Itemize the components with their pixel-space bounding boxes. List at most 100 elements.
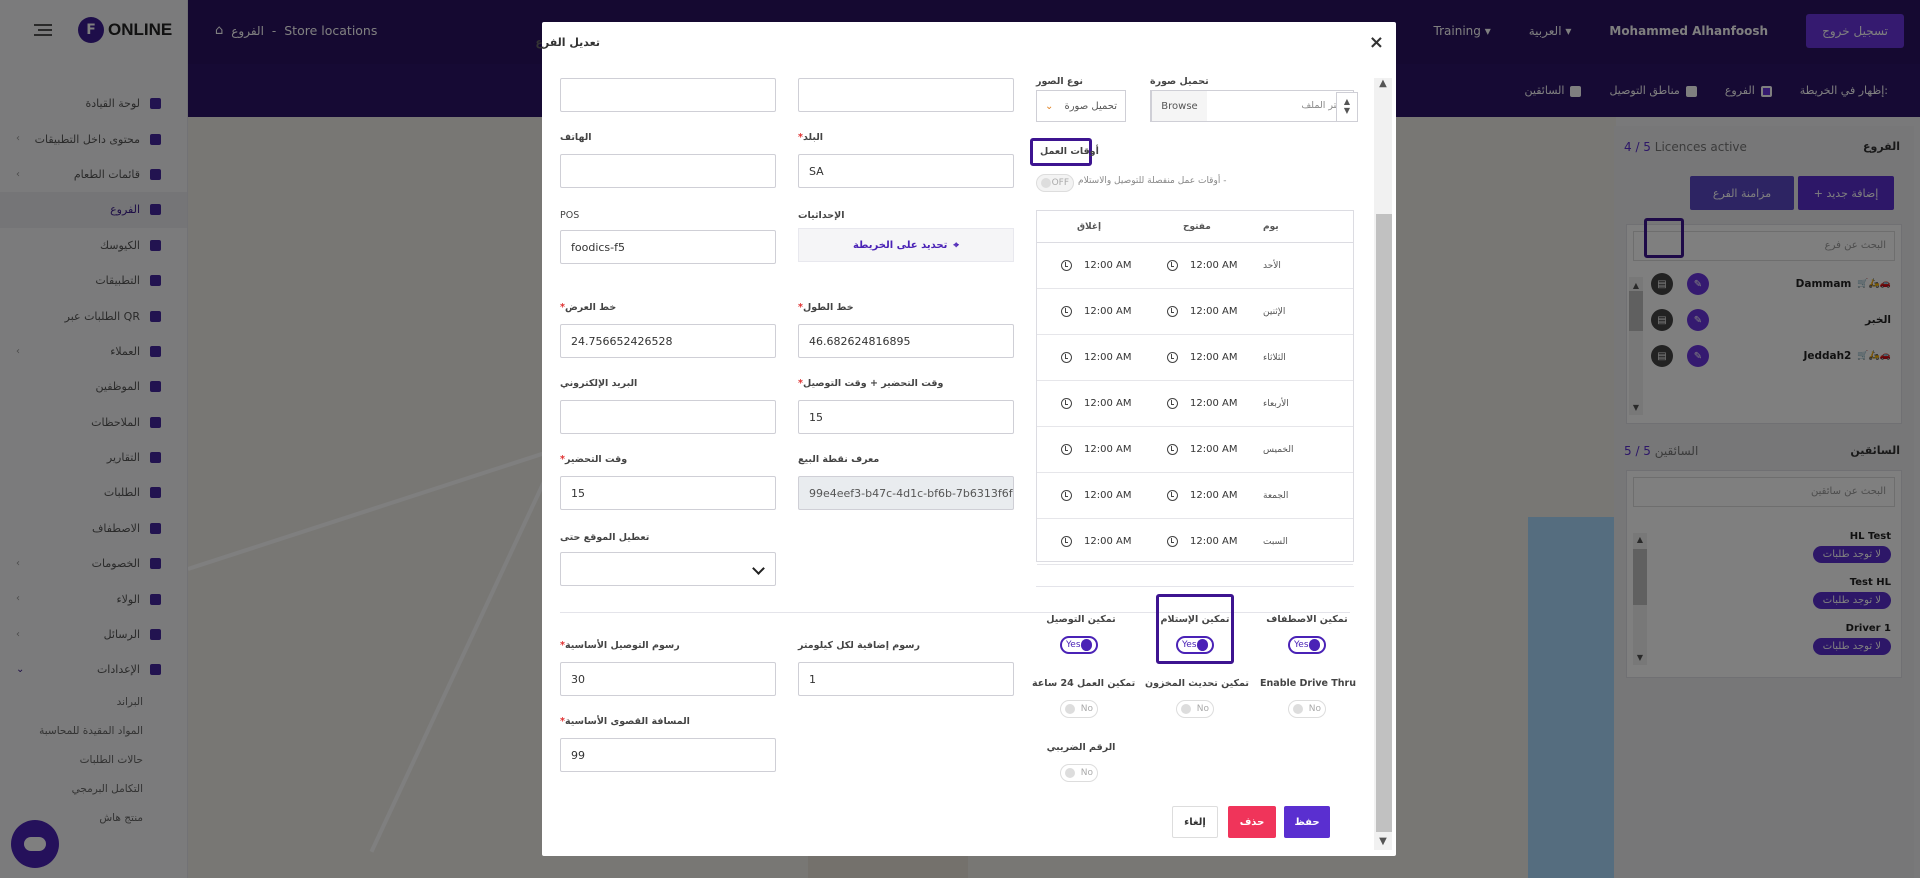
upload-image-field[interactable]: Browse اختر الملف	[1150, 90, 1354, 122]
clock-icon	[1061, 490, 1072, 501]
prep-time-field[interactable]: 15	[560, 476, 776, 510]
top-middle-input[interactable]	[798, 78, 1014, 112]
enable-delivery-label: تمكين التوصيل	[1046, 614, 1116, 625]
close-time: 12:00 AM	[1084, 536, 1132, 547]
prep-delivery-label-text: وقت التحضير + وقت التوصيل	[802, 378, 944, 389]
schedule-row: 12:00 AM 12:00 AM السبت	[1037, 519, 1353, 565]
save-button[interactable]: حفظ	[1284, 806, 1330, 838]
modal-scrollbar-thumb[interactable]	[1376, 214, 1392, 832]
drive-thru-toggle[interactable]: No	[1288, 700, 1326, 718]
toggle-knob	[1065, 768, 1075, 778]
disable-until-label: تعطيل الموقع حتى	[560, 532, 650, 543]
close-time-field[interactable]: 12:00 AM	[1037, 398, 1143, 409]
modal-title: تعديل الفرع	[535, 36, 600, 49]
pos-field[interactable]: foodics-f5	[560, 230, 776, 264]
open-time-field[interactable]: 12:00 AM	[1143, 306, 1249, 317]
set-on-map-button[interactable]: تحديد على الخريطة ⌖	[798, 228, 1014, 262]
toggle-knob	[1080, 639, 1092, 651]
longitude-field[interactable]: 46.682624816895	[798, 324, 1014, 358]
top-left-input[interactable]	[560, 78, 776, 112]
enable-queue-toggle[interactable]: Yes	[1288, 636, 1326, 654]
toggle-knob	[1293, 704, 1303, 714]
delete-button[interactable]: حذف	[1228, 806, 1276, 838]
prep-delivery-label: *وقت التحضير + وقت التوصيل	[798, 378, 943, 389]
close-time-field[interactable]: 12:00 AM	[1037, 352, 1143, 363]
country-field[interactable]: SA	[798, 154, 1014, 188]
image-type-select[interactable]: ⌄ تحميل صورة	[1036, 90, 1126, 122]
clock-icon	[1061, 306, 1072, 317]
open-time-field[interactable]: 12:00 AM	[1143, 398, 1249, 409]
enable-pickup-label: تمكين الإستلام	[1160, 614, 1230, 625]
enable-stock-toggle[interactable]: No	[1176, 700, 1214, 718]
pos-id-field: 99e4eef3-b47c-4d1c-bf6b-7b6313f6f46c	[798, 476, 1014, 510]
day-name: الإثنين	[1263, 306, 1286, 317]
open-time: 12:00 AM	[1190, 490, 1238, 501]
schedule-row: 12:00 AM 12:00 AM الإثنين	[1037, 289, 1353, 335]
close-time-field[interactable]: 12:00 AM	[1037, 306, 1143, 317]
open-time-field[interactable]: 12:00 AM	[1143, 352, 1249, 363]
max-distance-field[interactable]: 99	[560, 738, 776, 772]
close-icon[interactable]: ×	[1369, 32, 1384, 53]
open-time-field[interactable]: 12:00 AM	[1143, 490, 1249, 501]
edit-branch-modal: تعديل الفرع × الهاتف *البلد SA POS foodi…	[535, 22, 1396, 856]
set-on-map-label: تحديد على الخريطة	[852, 239, 948, 251]
scroll-down-icon[interactable]: ▼	[1374, 836, 1392, 847]
pos-id-label: معرف نقطة البيع	[798, 454, 880, 465]
toggle-yes-label: Yes	[1294, 640, 1309, 650]
clock-icon	[1167, 398, 1178, 409]
open-time: 12:00 AM	[1190, 306, 1238, 317]
divider	[1036, 586, 1354, 587]
pos-label: POS	[560, 210, 580, 221]
max-distance-label: *المسافة القصوى الأساسية	[560, 716, 690, 727]
tax-number-toggle[interactable]: No	[1060, 764, 1098, 782]
longitude-label: *خط الطول	[798, 302, 854, 313]
browse-button[interactable]: Browse	[1151, 91, 1207, 121]
close-time: 12:00 AM	[1084, 306, 1132, 317]
prep-delivery-field[interactable]: 15	[798, 400, 1014, 434]
max-distance-label-text: المسافة القصوى الأساسية	[564, 716, 690, 727]
enable-24h-toggle[interactable]: No	[1060, 700, 1098, 718]
disable-until-select[interactable]	[560, 552, 776, 586]
scroll-up-icon[interactable]: ▲	[1374, 78, 1392, 89]
clock-icon	[1167, 260, 1178, 271]
clock-icon	[1167, 306, 1178, 317]
close-time-field[interactable]: 12:00 AM	[1037, 490, 1143, 501]
clock-icon	[1061, 536, 1072, 547]
close-time: 12:00 AM	[1084, 398, 1132, 409]
enable-delivery-toggle[interactable]: Yes	[1060, 636, 1098, 654]
image-type-label: نوع الصور	[1036, 76, 1083, 87]
day-column-header: يوم	[1263, 221, 1279, 232]
work-hours-table: إغلاق مفتوح يوم 12:00 AM 12:00 AM الأحد 12:…	[1036, 210, 1354, 565]
enable-queue-label: تمكين الاصطفاف	[1266, 614, 1348, 625]
close-time: 12:00 AM	[1084, 352, 1132, 363]
clock-icon	[1061, 398, 1072, 409]
clock-icon	[1167, 444, 1178, 455]
work-hours-label: أوقات العمل	[1040, 146, 1099, 157]
cancel-button[interactable]: إلغاء	[1172, 806, 1218, 838]
close-time-field[interactable]: 12:00 AM	[1037, 536, 1143, 547]
separate-hours-text: أوقات عمل منفصلة للتوصيل والاستلام -	[1078, 176, 1227, 186]
drive-thru-label: Enable Drive Thru	[1260, 678, 1356, 689]
open-time-field[interactable]: 12:00 AM	[1143, 536, 1249, 547]
email-field[interactable]	[560, 400, 776, 434]
schedule-row: 12:00 AM 12:00 AM الخميس	[1037, 427, 1353, 473]
close-column-header: إغلاق	[1077, 221, 1102, 232]
toggle-yes-label: Yes	[1182, 640, 1197, 650]
base-fee-field[interactable]: 30	[560, 662, 776, 696]
country-label: *البلد	[798, 132, 823, 143]
clock-icon	[1061, 444, 1072, 455]
per-km-field[interactable]: 1	[798, 662, 1014, 696]
work-hours-header: إغلاق مفتوح يوم	[1037, 211, 1353, 243]
close-time-field[interactable]: 12:00 AM	[1037, 260, 1143, 271]
close-time: 12:00 AM	[1084, 260, 1132, 271]
stepper-arrows-icon[interactable]: ▲ ▼	[1336, 92, 1358, 122]
open-time-field[interactable]: 12:00 AM	[1143, 444, 1249, 455]
phone-field[interactable]	[560, 154, 776, 188]
enable-pickup-toggle[interactable]: Yes	[1176, 636, 1214, 654]
separate-hours-toggle[interactable]: OFF	[1036, 174, 1074, 192]
latitude-field[interactable]: 24.756652426528	[560, 324, 776, 358]
open-time: 12:00 AM	[1190, 352, 1238, 363]
close-time-field[interactable]: 12:00 AM	[1037, 444, 1143, 455]
day-name: الأحد	[1263, 260, 1281, 271]
open-time-field[interactable]: 12:00 AM	[1143, 260, 1249, 271]
